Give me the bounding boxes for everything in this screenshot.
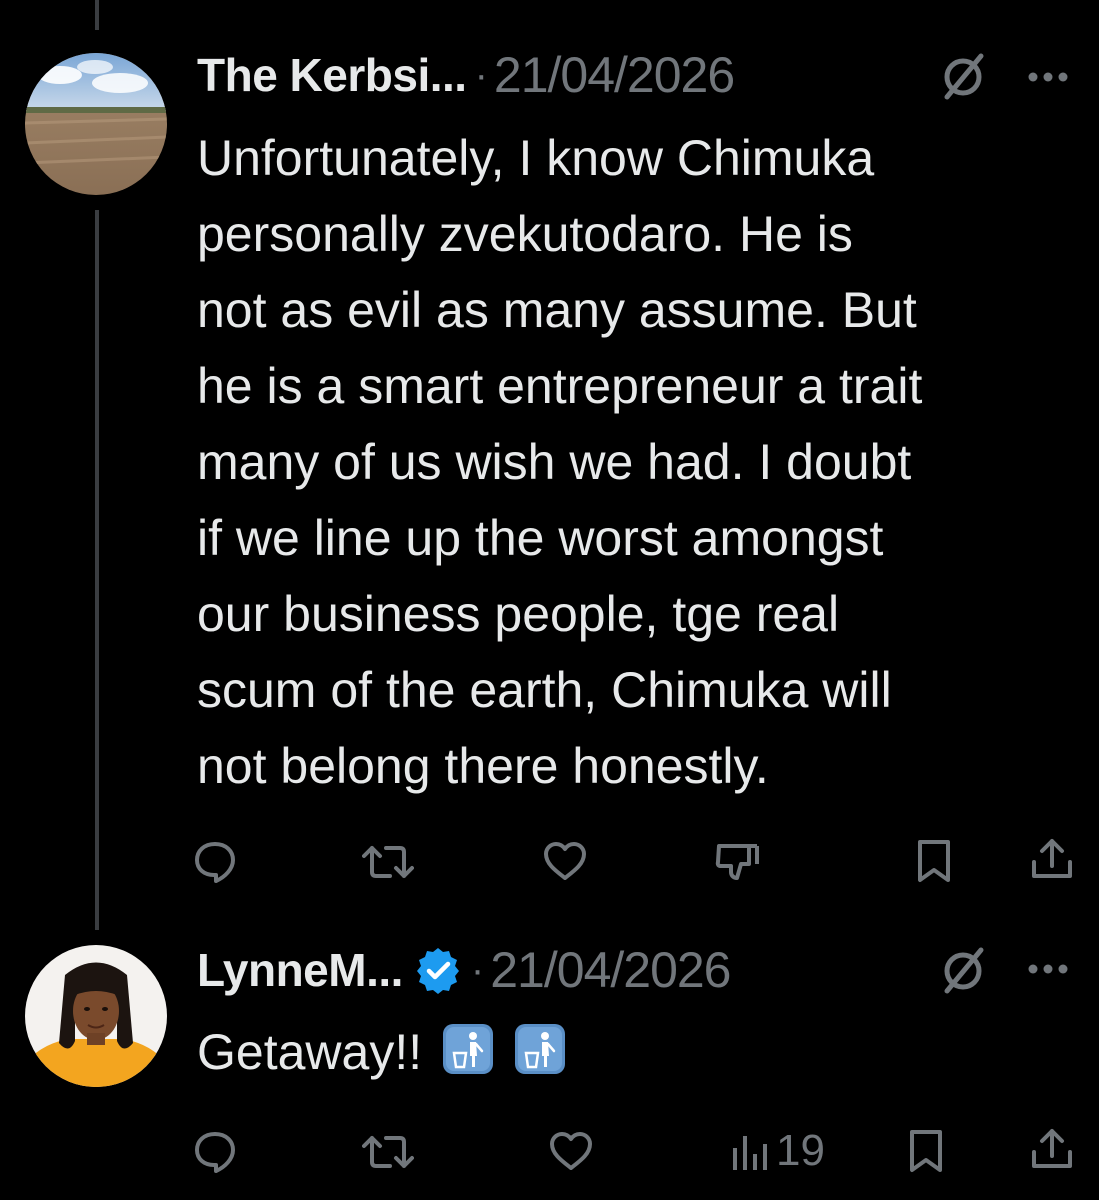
tweet-text-line: Getaway!!: [197, 1014, 1077, 1090]
reply-icon: [195, 842, 235, 883]
like-button[interactable]: [542, 840, 588, 882]
more-options-icon[interactable]: [1026, 962, 1070, 976]
reply-button[interactable]: [192, 838, 238, 884]
dislike-button[interactable]: [713, 838, 761, 884]
thread-line-connector: [95, 210, 99, 930]
tweet-text-line: Unfortunately, I know Chimuka: [197, 130, 875, 186]
tweet-text-line: our business people, tge real: [197, 586, 840, 642]
share-icon: [1032, 839, 1072, 878]
tweet-text: Unfortunately, I know Chimuka personally…: [197, 120, 1077, 804]
separator-dot: ·: [470, 947, 485, 992]
tweet-date[interactable]: 21/04/2026: [490, 941, 731, 999]
tweet-text-line: he is a smart entrepreneur a trait: [197, 358, 923, 414]
verified-badge-icon[interactable]: [413, 945, 463, 995]
retweet-button[interactable]: [362, 840, 414, 884]
reply-icon: [195, 1132, 235, 1173]
like-icon: [550, 1132, 592, 1170]
avatar[interactable]: [25, 53, 167, 195]
author-name[interactable]: The Kerbsi...: [197, 48, 467, 102]
separator-dot: ·: [474, 52, 488, 97]
field-landscape-avatar-icon: [25, 53, 167, 195]
tweet-text-line: if we line up the worst amongst: [197, 510, 884, 566]
tweet-text: Getaway!!: [197, 1014, 1077, 1090]
avatar[interactable]: [25, 945, 167, 1087]
retweet-icon: [362, 846, 414, 878]
share-icon: [1032, 1129, 1072, 1168]
put-litter-in-its-place-emoji-icon: [443, 1024, 494, 1074]
tweet-text-line: personally zvekutodaro. He is: [197, 206, 853, 262]
share-button[interactable]: [1030, 1126, 1074, 1172]
bookmark-button[interactable]: [916, 838, 952, 884]
put-litter-in-its-place-emoji-icon: [514, 1024, 565, 1074]
tweet-text-content: Getaway!!: [197, 1024, 423, 1080]
retweet-icon: [362, 1136, 414, 1168]
grok-icon[interactable]: [937, 50, 989, 102]
tweet-text-line: many of us wish we had. I doubt: [197, 434, 912, 490]
tweet-text-line: not as evil as many assume. But: [197, 282, 917, 338]
bookmark-icon: [910, 1130, 942, 1172]
share-button[interactable]: [1030, 836, 1074, 882]
views-button[interactable]: 19: [730, 1126, 825, 1176]
author-name[interactable]: LynneM...: [197, 943, 403, 997]
woman-portrait-avatar-icon: [25, 945, 167, 1087]
tweet-date[interactable]: 21/04/2026: [494, 46, 735, 104]
tweet-text-line: scum of the earth, Chimuka will: [197, 662, 892, 718]
views-count: 19: [776, 1126, 825, 1175]
more-options-icon[interactable]: [1026, 70, 1070, 84]
bookmark-icon: [918, 840, 950, 882]
bookmark-button[interactable]: [908, 1128, 944, 1174]
thread-line-top: [95, 0, 99, 30]
views-icon: [733, 1136, 767, 1170]
like-icon: [544, 842, 586, 880]
tweet-text-line: not belong there honestly.: [197, 738, 769, 794]
reply-button[interactable]: [192, 1128, 238, 1174]
retweet-button[interactable]: [362, 1130, 414, 1174]
grok-icon[interactable]: [937, 944, 989, 996]
dislike-icon: [715, 844, 759, 880]
like-button[interactable]: [548, 1130, 594, 1172]
